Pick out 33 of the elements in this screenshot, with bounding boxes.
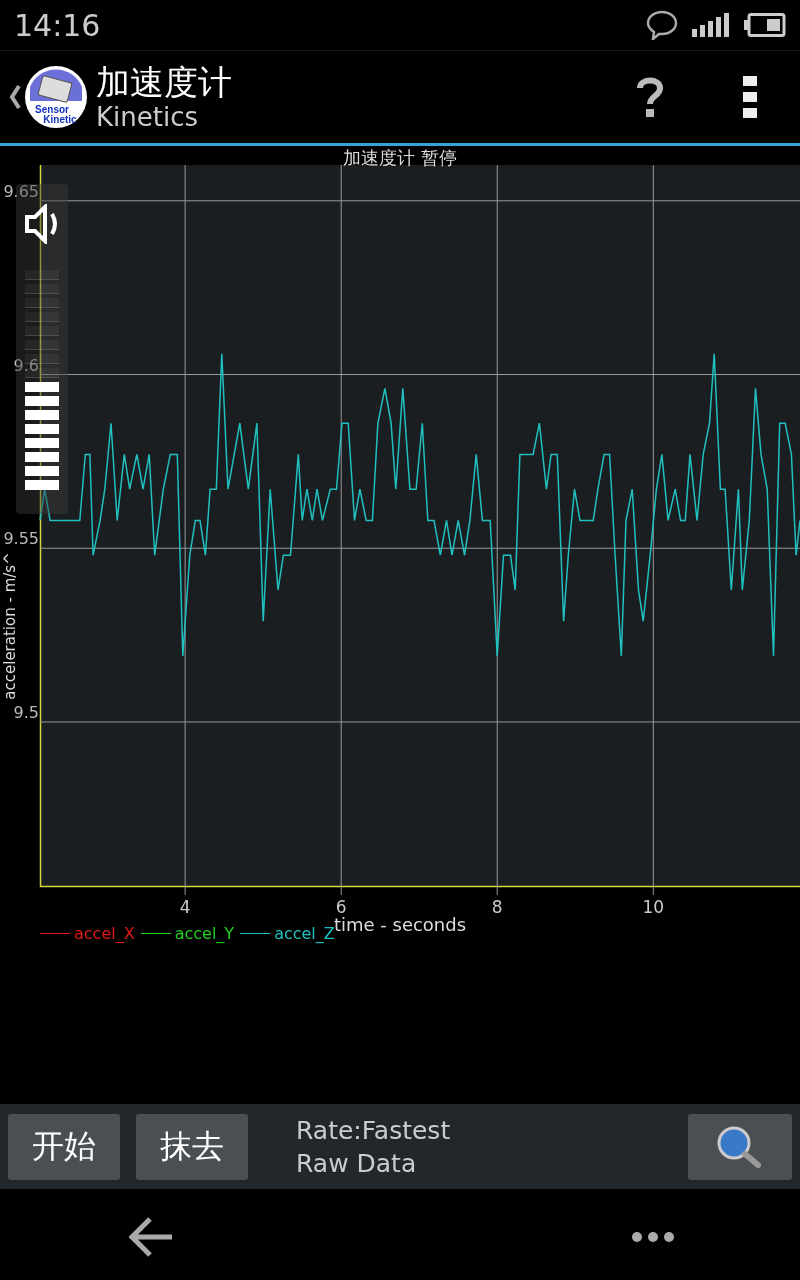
magnifier-icon	[716, 1124, 764, 1169]
x-tick-label: 6	[335, 897, 347, 917]
chart-title: 加速度计 暂停	[343, 147, 457, 168]
battery-icon	[744, 13, 786, 37]
zoom-button[interactable]	[688, 1113, 792, 1180]
help-icon[interactable]	[636, 76, 664, 118]
clock-time: 14:16	[14, 7, 102, 43]
back-arrow-icon[interactable]	[128, 1215, 174, 1258]
x-axis-label: time - seconds	[333, 914, 467, 935]
app-logo-icon[interactable]: Sensor Kinetic	[24, 65, 88, 129]
overflow-menu-icon[interactable]	[743, 76, 757, 118]
speaker-icon	[24, 204, 60, 244]
legend-item: accel_X	[40, 924, 135, 943]
toolbar-button[interactable]: 开始	[8, 1113, 120, 1180]
y-tick-label: 9.65	[3, 181, 39, 201]
x-tick-label: 4	[179, 897, 191, 917]
y-tick-label: 9.55	[3, 529, 39, 549]
x-tick-label: 8	[491, 897, 503, 917]
app-subtitle: Kinetics	[96, 102, 199, 132]
info-text: Raw Data	[296, 1147, 418, 1180]
app-title: 加速度计	[96, 62, 233, 102]
y-tick-label: 9.6	[13, 355, 39, 375]
legend-item: accel_Z	[240, 924, 335, 943]
chat-bubble-icon	[646, 10, 678, 40]
back-caret-icon[interactable]	[8, 84, 22, 110]
y-tick-label: 9.5	[13, 702, 39, 722]
more-dots-icon[interactable]	[631, 1230, 675, 1243]
signal-icon	[692, 13, 730, 37]
y-axis-label: acceleration - m/s^	[1, 552, 19, 700]
legend-item: accel_Y	[140, 924, 235, 943]
info-text: Rate:Fastest	[296, 1114, 452, 1147]
toolbar-button[interactable]: 抹去	[136, 1113, 248, 1180]
x-tick-label: 10	[642, 897, 665, 917]
